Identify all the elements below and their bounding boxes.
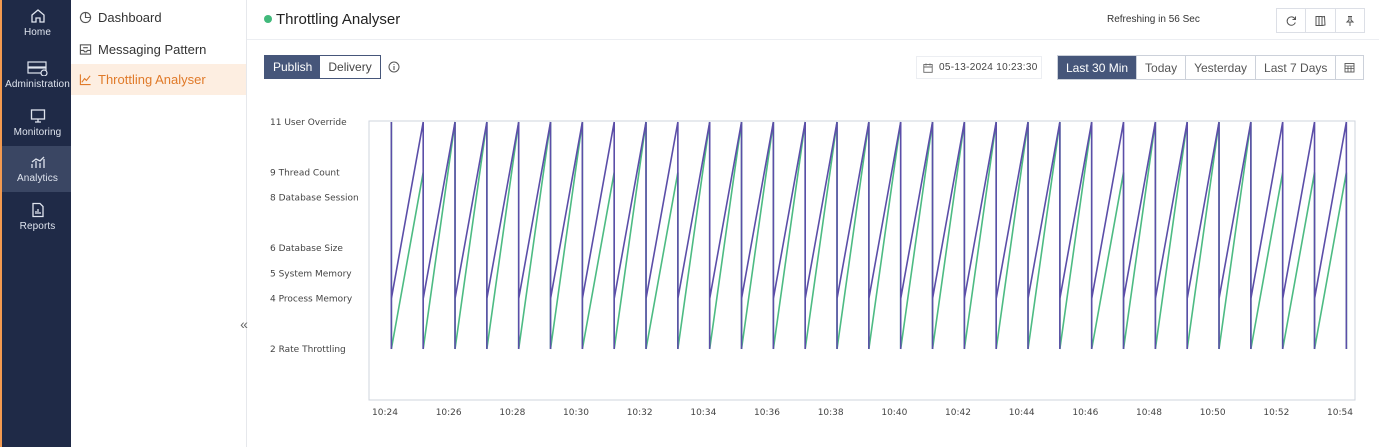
x-tick-label: 10:36 [754,408,780,418]
y-tick-label: 9 Thread Count [270,168,340,178]
range-last-7-days[interactable]: Last 7 Days [1256,56,1337,79]
pin-button[interactable] [1336,9,1364,32]
nav-label-administration: Administration [5,79,70,90]
sub-item-label: Throttling Analyser [98,72,206,87]
book-icon [1315,15,1327,26]
info-icon[interactable] [388,61,400,73]
y-tick-label: 2 Rate Throttling [270,345,346,355]
nav-item-monitoring[interactable]: Monitoring [2,100,73,146]
book-button[interactable] [1306,9,1336,32]
refresh-button[interactable] [1277,9,1307,32]
x-tick-label: 10:44 [1009,408,1035,418]
nav-label-analytics: Analytics [17,173,58,184]
range-yesterday[interactable]: Yesterday [1186,56,1257,79]
pin-icon [1345,15,1355,26]
refresh-countdown: Refreshing in 56 Sec [1107,14,1200,25]
delivery-toggle[interactable]: Delivery [320,56,380,78]
y-tick-label: 5 System Memory [270,269,352,279]
sub-item-label: Messaging Pattern [98,42,207,57]
calendar-grid-icon [1344,63,1355,73]
nav-item-home[interactable]: Home [2,0,73,46]
x-tick-label: 10:34 [690,408,716,418]
nav-item-analytics[interactable]: Analytics [2,146,73,192]
throttling-chart: 11 User Override 9 Thread Count 8 Database… [270,118,1356,418]
x-tick-label: 10:30 [563,408,589,418]
sub-item-label: Dashboard [98,10,162,25]
inbox-icon [79,44,92,55]
app-root: Home Administration Monitoring Analytics… [0,0,1379,447]
y-tick-label: 11 User Override [270,118,347,128]
calendar-icon [923,63,933,73]
y-tick-label: 4 Process Memory [270,295,353,305]
nav-item-reports[interactable]: Reports [2,194,73,240]
home-icon [30,9,45,23]
range-last-30-min[interactable]: Last 30 Min [1058,56,1138,79]
page-header: Throttling Analyser Refreshing in 56 Sec [247,0,1379,40]
pie-icon [79,11,92,24]
y-tick-label: 8 Database Session [270,194,359,204]
time-range-selector: Last 30 Min Today Yesterday Last 7 Days [1057,55,1365,80]
publish-toggle[interactable]: Publish [265,56,321,78]
nav-label-reports: Reports [19,221,56,232]
x-tick-label: 10:54 [1327,408,1353,418]
date-picker[interactable]: 05-13-2024 10:23:30 [916,56,1042,79]
analytics-icon [30,156,45,168]
page-title: Throttling Analyser [276,11,401,28]
x-tick-label: 10:26 [436,408,462,418]
nav-item-administration[interactable]: Administration [2,52,73,98]
status-dot [264,15,272,23]
x-tick-label: 10:32 [627,408,653,418]
mode-toggle: Publish Delivery [264,55,381,79]
main-nav: Home Administration Monitoring Analytics… [0,0,73,447]
x-tick-label: 10:50 [1200,408,1226,418]
x-tick-label: 10:52 [1263,408,1289,418]
x-tick-label: 10:48 [1136,408,1162,418]
x-tick-label: 10:38 [818,408,844,418]
line-chart-icon [79,74,91,86]
report-icon [31,202,44,218]
sub-item-messaging-pattern[interactable]: Messaging Pattern [71,34,246,65]
nav-label-monitoring: Monitoring [13,127,62,138]
y-tick-label: 6 Database Size [270,244,343,254]
x-tick-label: 10:46 [1072,408,1098,418]
x-tick-label: 10:24 [372,408,398,418]
x-tick-label: 10:40 [881,408,907,418]
server-icon [26,61,48,76]
refresh-icon [1286,15,1297,26]
range-today[interactable]: Today [1137,56,1187,79]
custom-range-button[interactable] [1336,56,1363,79]
nav-label-home: Home [23,27,52,38]
x-tick-label: 10:42 [945,408,971,418]
sub-item-dashboard[interactable]: Dashboard [71,2,246,33]
x-tick-label: 10:28 [499,408,525,418]
sub-nav: Dashboard Messaging Pattern Throttling A… [71,0,247,447]
monitor-icon [30,109,45,123]
date-value: 05-13-2024 10:23:30 [939,62,1038,73]
sub-item-throttling-analyser[interactable]: Throttling Analyser [71,64,246,95]
header-actions [1276,8,1365,33]
